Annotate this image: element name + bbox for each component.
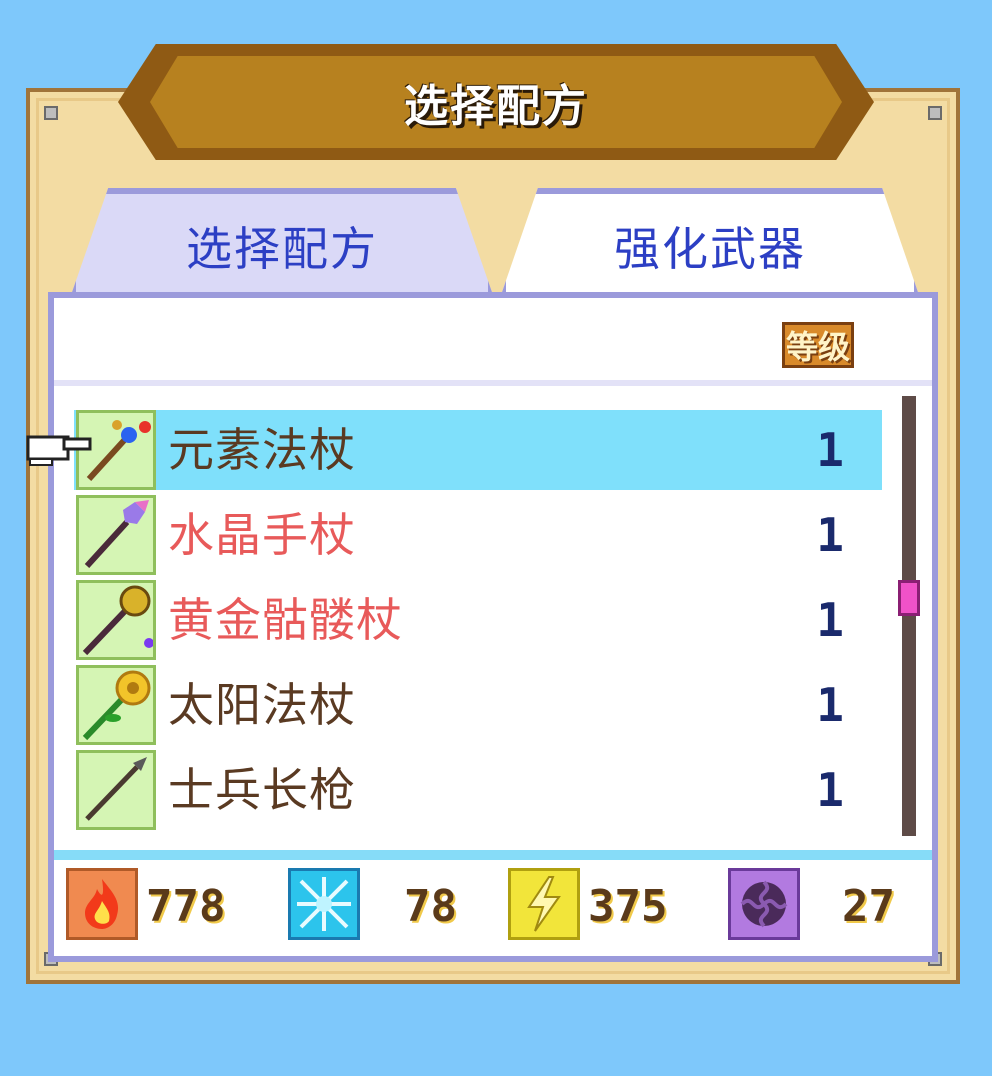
recipe-name: 士兵长枪 (168, 763, 356, 817)
scrollbar-track[interactable] (902, 396, 916, 836)
recipe-level: 1 (816, 508, 844, 562)
lightning-icon (508, 868, 580, 940)
rivet-icon (44, 106, 58, 120)
resource-bar-divider (54, 850, 932, 860)
recipe-name: 元素法杖 (168, 423, 356, 477)
ice-resource-value: 78 (404, 881, 457, 932)
header-divider (54, 380, 932, 386)
rivet-icon (928, 106, 942, 120)
ice-icon (288, 868, 360, 940)
lightning-resource-value: 375 (588, 881, 668, 932)
dark-resource-value: 27 (842, 881, 895, 932)
recipe-row-golden-skull-staff[interactable]: 黄金骷髅杖 1 (74, 578, 884, 663)
scrollbar-thumb[interactable] (898, 580, 920, 616)
recipe-name: 太阳法杖 (168, 678, 356, 732)
recipe-level: 1 (816, 763, 844, 817)
fire-icon (66, 868, 138, 940)
recipe-level: 1 (816, 423, 844, 477)
sun-staff-icon (76, 665, 156, 745)
window-title: 选择配方 (404, 81, 588, 132)
tab-upgrade-weapon[interactable]: 强化武器 (500, 188, 920, 298)
soldier-spear-icon (76, 750, 156, 830)
dark-vortex-icon (728, 868, 800, 940)
crystal-staff-icon (76, 495, 156, 575)
recipe-list: 元素法杖 1 水晶手杖 1 黄金骷髅杖 1 太阳法杖 1 士兵长枪 1 (74, 408, 884, 833)
level-column-header: 等级 (782, 322, 854, 368)
recipe-row-sun-staff[interactable]: 太阳法杖 1 (74, 663, 884, 748)
fire-resource-value: 778 (146, 881, 226, 932)
hand-pointer-icon (26, 435, 92, 466)
golden-skull-staff-icon (76, 580, 156, 660)
recipe-level: 1 (816, 593, 844, 647)
recipe-level: 1 (816, 678, 844, 732)
recipe-row-element-staff[interactable]: 元素法杖 1 (74, 408, 884, 493)
recipe-row-soldier-spear[interactable]: 士兵长枪 1 (74, 748, 884, 833)
recipe-name: 黄金骷髅杖 (168, 593, 403, 647)
tab-select-recipe[interactable]: 选择配方 (70, 188, 494, 298)
recipe-row-crystal-staff[interactable]: 水晶手杖 1 (74, 493, 884, 578)
recipe-name: 水晶手杖 (168, 508, 356, 562)
